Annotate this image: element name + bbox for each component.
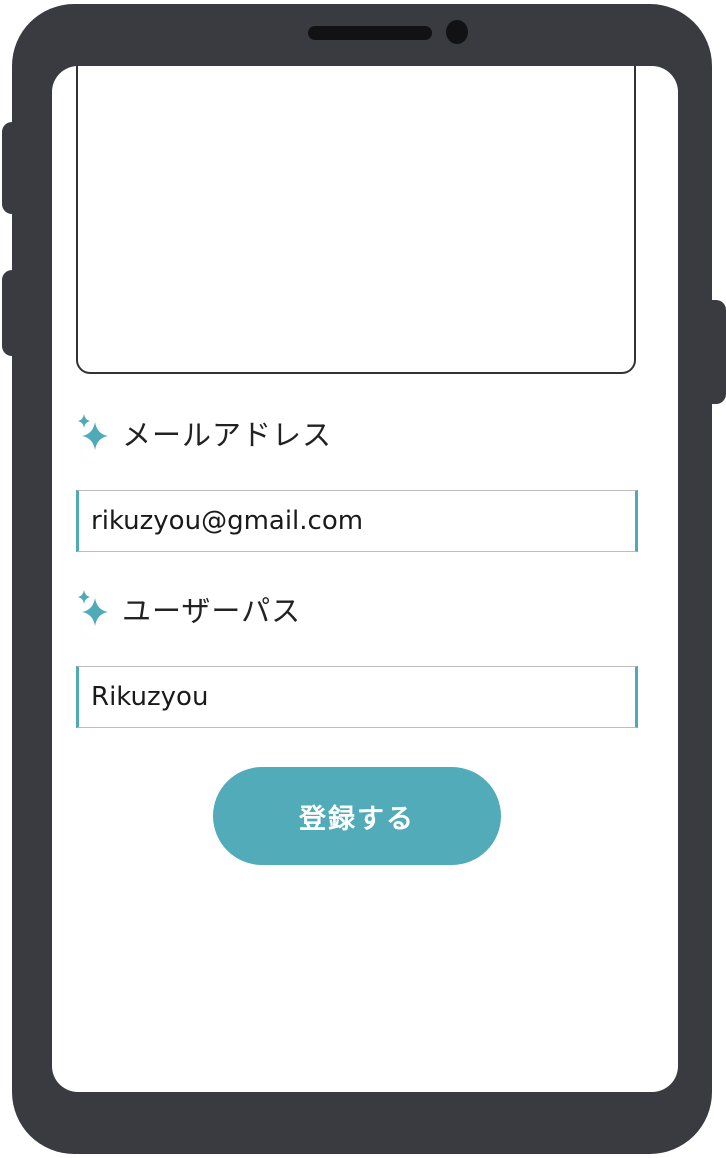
phone-screen: メールアドレス ユーザーパス 登録する bbox=[52, 66, 678, 1092]
password-label: ユーザーパス bbox=[76, 588, 301, 630]
register-button[interactable]: 登録する bbox=[213, 767, 501, 865]
phone-camera bbox=[446, 20, 468, 44]
phone-speaker bbox=[308, 26, 432, 40]
message-textarea[interactable] bbox=[76, 66, 636, 374]
email-label: メールアドレス bbox=[76, 412, 332, 454]
sparkle-icon bbox=[78, 590, 108, 626]
password-label-text: ユーザーパス bbox=[122, 594, 302, 628]
phone-illustration: メールアドレス ユーザーパス 登録する bbox=[0, 0, 726, 1158]
sparkle-icon bbox=[78, 414, 108, 450]
email-input[interactable] bbox=[76, 490, 638, 552]
password-input[interactable] bbox=[76, 666, 638, 728]
email-label-text: メールアドレス bbox=[122, 418, 333, 452]
